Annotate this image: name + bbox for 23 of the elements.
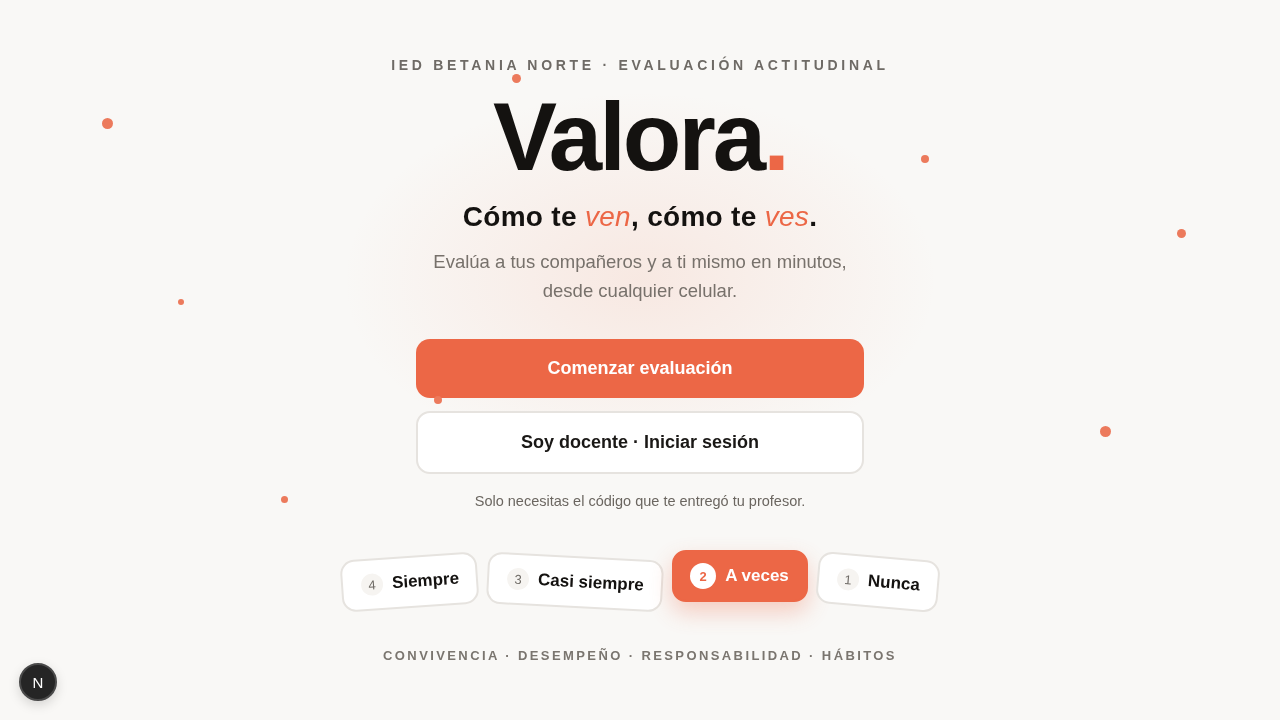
- scale-option-chip[interactable]: 3 Casi siempre: [486, 551, 665, 613]
- dot-icon: [1176, 228, 1186, 238]
- option-number: 2: [690, 563, 717, 589]
- dot-icon: [1099, 425, 1111, 437]
- scale-option-chip[interactable]: 1 Nunca: [814, 550, 941, 614]
- dot-icon: [280, 495, 288, 503]
- teacher-login-button[interactable]: Soy docente · Iniciar sesión: [416, 411, 864, 474]
- school-eyebrow-text: IED BETANIA NORTE · EVALUACIÓN ACTITUDINAL: [391, 58, 889, 72]
- dot-icon: [434, 396, 442, 404]
- brand-logo: Valora.: [493, 89, 787, 185]
- option-number: 4: [360, 572, 385, 597]
- dot-icon: [178, 299, 184, 305]
- helper-text: Solo necesitas el código que te entregó tu profesor.: [474, 492, 806, 510]
- dot-icon: [101, 117, 113, 129]
- description-text: Evalúa a tus compañeros y a ti mismo en minutos, desde cualquier celular.: [432, 250, 848, 303]
- tagline: Cómo te ven, cómo te ves.: [462, 200, 818, 234]
- dot-icon: [921, 155, 929, 163]
- categories-text: CONVIVENCIA · DESEMPEÑO · RESPONSABILIDAD · HÁBITOS: [383, 648, 897, 664]
- dot-icon: [511, 73, 521, 83]
- scale-option-chip[interactable]: 4 Siempre: [339, 551, 480, 613]
- dev-badge-button[interactable]: N: [19, 663, 57, 701]
- option-number: 1: [836, 567, 860, 592]
- option-number: 3: [506, 567, 530, 591]
